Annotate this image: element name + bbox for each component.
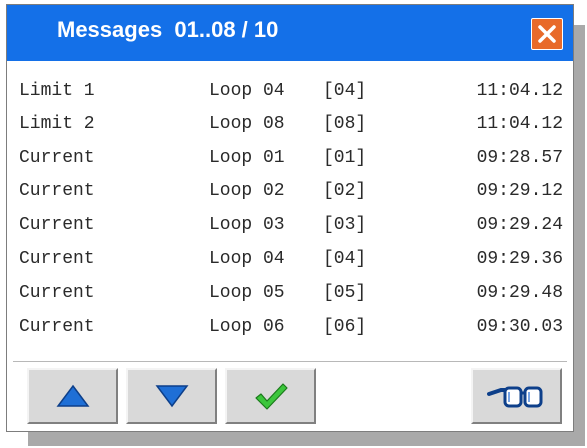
- toolbar-divider: [13, 361, 567, 362]
- message-time: 09:28.57: [477, 148, 563, 168]
- message-time: 09:29.24: [477, 215, 563, 235]
- message-loop: Loop 06: [209, 317, 285, 337]
- message-row[interactable]: Limit 1 Loop 04 [04] 11:04.12: [7, 75, 573, 109]
- message-loop: Loop 04: [209, 81, 285, 101]
- message-loop: Loop 08: [209, 114, 285, 134]
- acknowledge-button[interactable]: [225, 368, 316, 424]
- close-icon: [532, 19, 562, 49]
- message-time: 09:29.12: [477, 181, 563, 201]
- message-time: 11:04.12: [477, 114, 563, 134]
- message-time: 11:04.12: [477, 81, 563, 101]
- message-row[interactable]: Current Loop 06 [06] 09:30.03: [7, 311, 573, 345]
- message-loop: Loop 02: [209, 181, 285, 201]
- message-loop: Loop 04: [209, 249, 285, 269]
- message-code: [01]: [323, 148, 366, 168]
- message-time: 09:30.03: [477, 317, 563, 337]
- message-code: [04]: [323, 81, 366, 101]
- close-button[interactable]: [531, 18, 563, 50]
- message-type: Limit 1: [19, 81, 95, 101]
- scroll-up-button[interactable]: [27, 368, 118, 424]
- glasses-icon: [487, 382, 547, 410]
- message-type: Current: [19, 283, 95, 303]
- message-code: [03]: [323, 215, 366, 235]
- message-type: Current: [19, 249, 95, 269]
- message-code: [04]: [323, 249, 366, 269]
- message-loop: Loop 01: [209, 148, 285, 168]
- message-code: [02]: [323, 181, 366, 201]
- message-row[interactable]: Current Loop 02 [02] 09:29.12: [7, 175, 573, 209]
- message-code: [05]: [323, 283, 366, 303]
- message-row[interactable]: Current Loop 03 [03] 09:29.24: [7, 209, 573, 243]
- messages-window: Messages 01..08 / 10 Limit 1 Loop 04 [04…: [6, 4, 574, 432]
- checkmark-icon: [253, 381, 289, 411]
- message-type: Current: [19, 215, 95, 235]
- message-time: 09:29.36: [477, 249, 563, 269]
- message-code: [08]: [323, 114, 366, 134]
- message-type: Current: [19, 181, 95, 201]
- message-loop: Loop 05: [209, 283, 285, 303]
- message-time: 09:29.48: [477, 283, 563, 303]
- view-details-button[interactable]: [471, 368, 562, 424]
- scroll-down-button[interactable]: [126, 368, 217, 424]
- message-list: Limit 1 Loop 04 [04] 11:04.12 Limit 2 Lo…: [7, 61, 573, 361]
- message-code: [06]: [323, 317, 366, 337]
- arrow-down-icon: [155, 384, 189, 408]
- message-loop: Loop 03: [209, 215, 285, 235]
- window-title: Messages 01..08 / 10: [57, 17, 278, 43]
- message-row[interactable]: Current Loop 04 [04] 09:29.36: [7, 243, 573, 277]
- message-row[interactable]: Current Loop 01 [01] 09:28.57: [7, 142, 573, 176]
- message-row[interactable]: Current Loop 05 [05] 09:29.48: [7, 277, 573, 311]
- message-type: Current: [19, 317, 95, 337]
- title-bar: Messages 01..08 / 10: [7, 5, 573, 61]
- message-row[interactable]: Limit 2 Loop 08 [08] 11:04.12: [7, 108, 573, 142]
- message-type: Limit 2: [19, 114, 95, 134]
- arrow-up-icon: [56, 384, 90, 408]
- message-type: Current: [19, 148, 95, 168]
